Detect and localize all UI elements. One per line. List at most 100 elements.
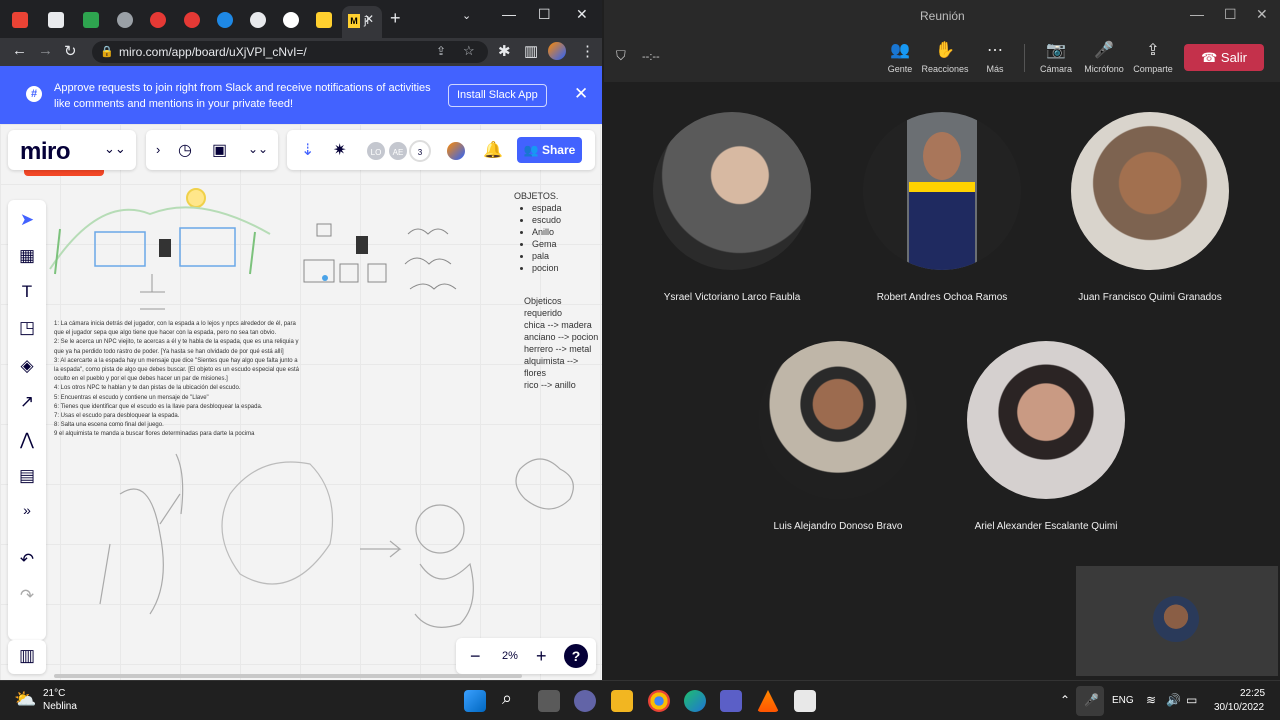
avatar[interactable]: LO xyxy=(365,140,387,162)
close-window-button[interactable]: ✕ xyxy=(576,6,588,23)
bookmark-star-icon[interactable]: ☆ xyxy=(463,43,475,59)
active-tab[interactable]: M ji xyxy=(342,6,382,38)
select-tool-icon[interactable]: ➤ xyxy=(17,210,37,230)
minimize-button[interactable]: — xyxy=(1190,6,1204,22)
sticky-add-icon[interactable]: ▣ xyxy=(212,140,227,160)
minimize-button[interactable]: — xyxy=(502,6,516,22)
frames-icon[interactable]: ▥ xyxy=(17,646,37,666)
notifications-icon[interactable]: 🔔 xyxy=(483,140,503,160)
pen-icon[interactable]: ⋀ xyxy=(17,430,37,450)
story-text-block[interactable]: 1: La cámara inicia detrás del jugador, … xyxy=(54,320,334,440)
sticky-note-icon[interactable]: ◳ xyxy=(17,318,37,338)
self-view[interactable] xyxy=(1076,566,1278,676)
snipping-tool-icon[interactable] xyxy=(794,690,816,712)
address-bar[interactable]: 🔒 miro.com/app/board/uXjVPI_cNvI=/ ⇪ ☆ xyxy=(92,41,488,63)
comment-icon[interactable]: ▤ xyxy=(17,466,37,486)
wifi-icon[interactable]: ≋ xyxy=(1146,693,1156,707)
cloud-tab-icon[interactable] xyxy=(217,12,233,28)
miro-tab-icon[interactable] xyxy=(316,12,332,28)
more-apps-icon[interactable]: » xyxy=(17,502,37,518)
slack-icon: # xyxy=(26,86,42,102)
github-tab-icon[interactable] xyxy=(250,12,266,28)
docs-tab-icon[interactable] xyxy=(48,12,64,28)
more-tools-icon[interactable]: ⌄⌄ xyxy=(248,142,268,156)
maximize-button[interactable]: ☐ xyxy=(1224,6,1237,23)
install-slack-button[interactable]: Install Slack App xyxy=(448,84,547,107)
participant-tile[interactable]: Ysrael Victoriano Larco Faubla xyxy=(642,112,822,303)
redo-icon[interactable]: ↷ xyxy=(17,586,37,606)
participant-tile[interactable]: Juan Francisco Quimi Granados xyxy=(1060,112,1240,303)
more-button[interactable]: ⋯ Más xyxy=(978,40,1012,74)
tray-chevron-icon[interactable]: ⌃ xyxy=(1060,693,1070,707)
zoom-out-button[interactable]: − xyxy=(470,646,481,667)
reload-icon[interactable]: ↻ xyxy=(64,42,77,60)
vlc-icon[interactable] xyxy=(757,690,779,712)
tab-search-icon[interactable]: ⌄ xyxy=(462,9,471,22)
close-tab-icon[interactable]: ✕ xyxy=(364,12,374,26)
tab-icon[interactable] xyxy=(184,12,200,28)
maximize-button[interactable]: ☐ xyxy=(538,6,551,23)
file-explorer-icon[interactable] xyxy=(611,690,633,712)
clock-date[interactable]: 30/10/2022 xyxy=(1214,702,1264,713)
profile-avatar[interactable] xyxy=(548,42,566,60)
close-banner-icon[interactable]: ✕ xyxy=(574,84,588,104)
people-button[interactable]: 👥 Gente xyxy=(880,40,920,74)
participant-tile[interactable]: Robert Andres Ochoa Ramos xyxy=(852,112,1032,303)
battery-icon[interactable]: ▭ xyxy=(1186,693,1197,707)
chat-icon[interactable] xyxy=(574,690,596,712)
templates-icon[interactable]: ▦ xyxy=(17,246,37,266)
connection-line-icon[interactable]: ↗ xyxy=(17,392,37,412)
globe-tab-icon[interactable] xyxy=(117,12,133,28)
chrome-icon[interactable] xyxy=(648,690,670,712)
forward-icon[interactable]: → xyxy=(38,42,53,59)
cursor-toggle-icon[interactable]: ⇣ xyxy=(301,140,314,160)
text-tool-icon[interactable]: T xyxy=(17,282,37,302)
participant-tile[interactable]: Luis Alejandro Donoso Bravo xyxy=(748,341,928,532)
language-indicator[interactable]: ENG xyxy=(1112,695,1134,706)
tab-icon[interactable] xyxy=(150,12,166,28)
horizontal-scrollbar[interactable] xyxy=(54,674,522,678)
objetos-note[interactable]: OBJETOS. espada escudo Anillo Gema pala … xyxy=(514,190,562,274)
gmail-tab-icon[interactable] xyxy=(12,12,28,28)
zoom-level[interactable]: 2% xyxy=(502,650,518,662)
clock-time[interactable]: 22:25 xyxy=(1240,688,1265,699)
share-page-icon[interactable]: ⇪ xyxy=(436,44,446,58)
search-icon[interactable]: ⌕ xyxy=(502,688,512,709)
miro-logo[interactable]: miro xyxy=(20,138,71,166)
board-menu-icon[interactable]: ⌄⌄ xyxy=(104,141,126,157)
new-tab-button[interactable]: + xyxy=(390,8,401,29)
volume-icon[interactable]: 🔊 xyxy=(1166,693,1181,707)
share-button[interactable]: 👥 Share xyxy=(517,137,582,163)
menu-dots-icon[interactable]: ⋮ xyxy=(580,42,595,60)
tab-icon[interactable] xyxy=(83,12,99,28)
miro-board[interactable]: OBJETOS. espada escudo Anillo Gema pala … xyxy=(0,124,602,680)
avatar[interactable]: AE xyxy=(387,140,409,162)
reactions-icon[interactable]: ✷ xyxy=(333,140,346,160)
reactions-button[interactable]: ✋ Reacciones xyxy=(920,40,970,74)
timer-icon[interactable]: ◷ xyxy=(178,140,192,160)
edge-icon[interactable] xyxy=(684,690,706,712)
avatar[interactable] xyxy=(445,140,467,162)
close-window-button[interactable]: ✕ xyxy=(1256,6,1268,23)
extensions-icon[interactable]: ✱ xyxy=(498,42,511,60)
start-icon[interactable] xyxy=(464,690,486,712)
requeridos-note[interactable]: Objeticos requerido chica --> madera anc… xyxy=(524,295,602,391)
teams-icon[interactable] xyxy=(720,690,742,712)
mic-button[interactable]: 🎤 Micrófono xyxy=(1080,40,1128,74)
share-screen-button[interactable]: ⇪ Comparte xyxy=(1130,40,1176,74)
mic-in-use-button[interactable]: 🎤 xyxy=(1076,686,1104,716)
back-icon[interactable]: ← xyxy=(12,42,27,59)
participant-tile[interactable]: Ariel Alexander Escalante Quimi xyxy=(956,341,1136,532)
camera-button[interactable]: 📷 Cámara xyxy=(1038,40,1074,74)
shapes-icon[interactable]: ◈ xyxy=(17,356,37,376)
undo-icon[interactable]: ↶ xyxy=(17,550,37,570)
zoom-in-button[interactable]: + xyxy=(536,646,547,667)
google-tab-icon[interactable] xyxy=(283,12,299,28)
leave-button[interactable]: ☎ Salir xyxy=(1184,44,1264,71)
collaborator-count[interactable]: 3 xyxy=(409,140,431,162)
task-view-icon[interactable] xyxy=(538,690,560,712)
expand-icon[interactable]: › xyxy=(156,142,160,157)
side-panel-icon[interactable]: ▥ xyxy=(524,42,538,60)
help-button[interactable]: ? xyxy=(564,644,588,668)
sticky-note-fragment[interactable] xyxy=(24,170,104,176)
